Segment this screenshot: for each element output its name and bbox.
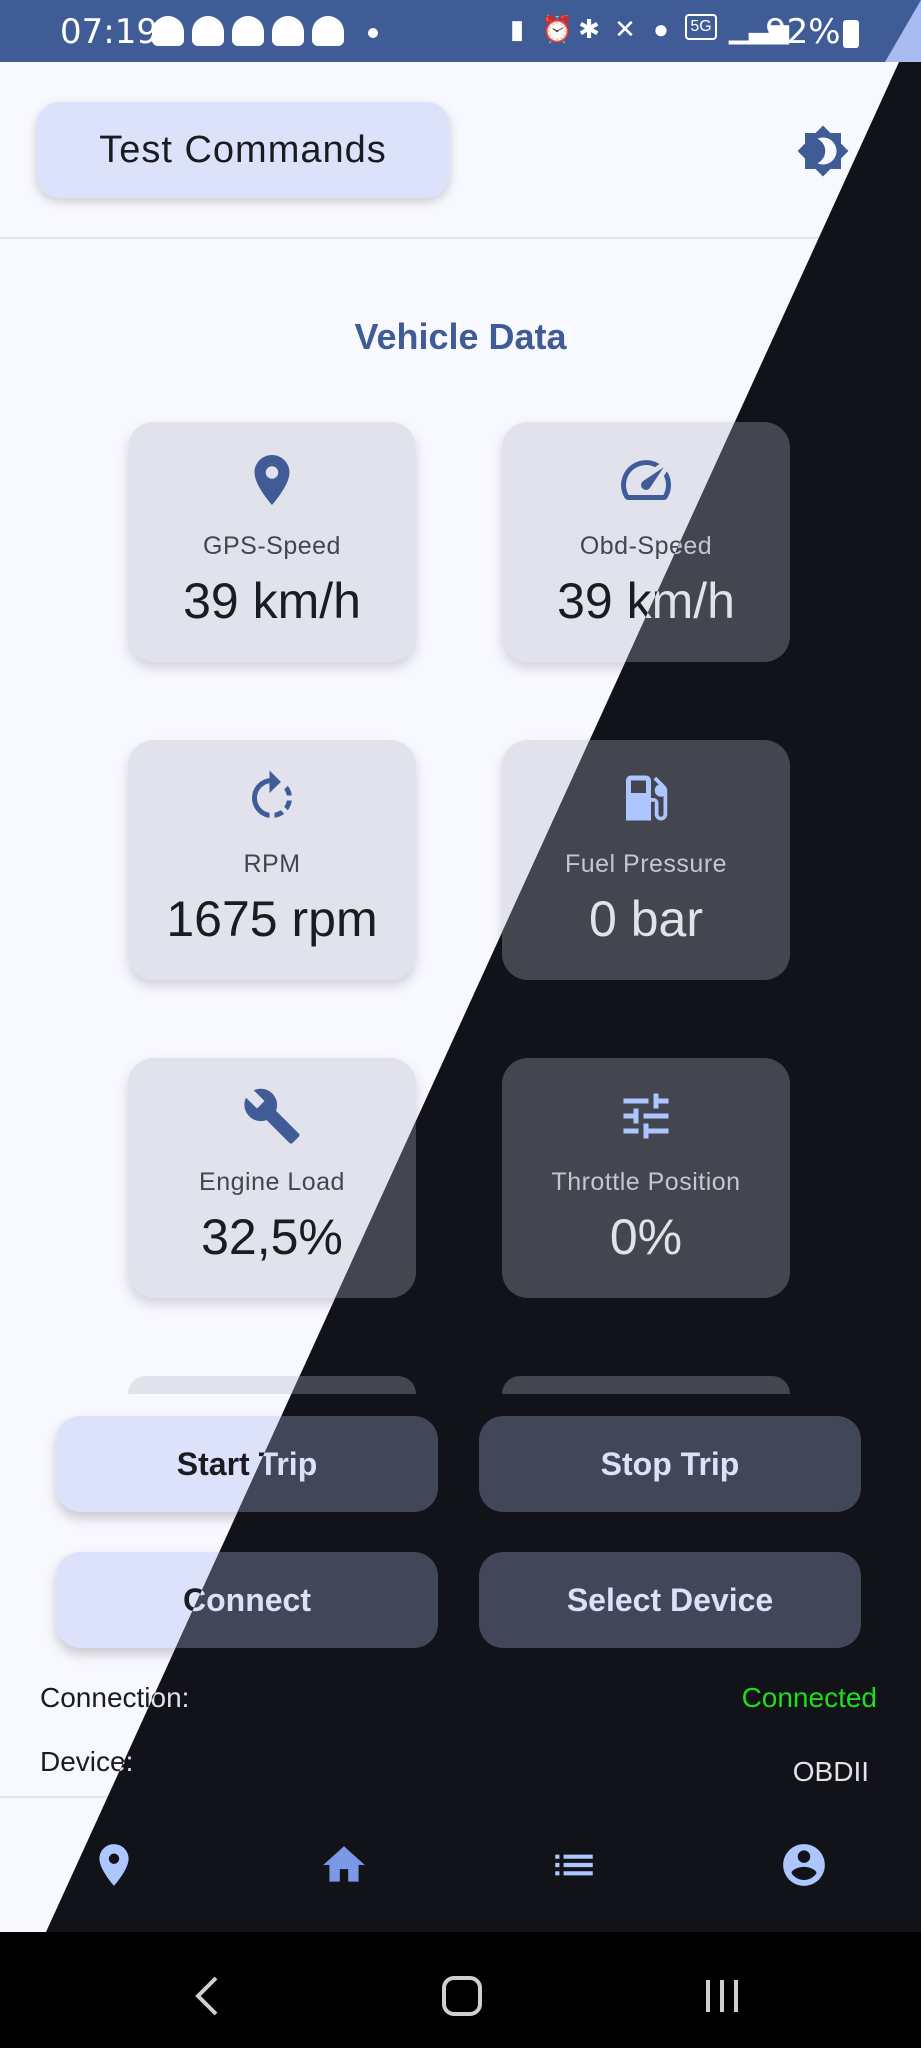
battery-percent: 92% [765,12,841,52]
test-commands-button[interactable]: Test Commands [36,102,450,198]
snapchat-icon [232,16,264,46]
location-pin-icon [254,455,290,505]
clock: 07:19 [60,12,158,52]
fuel-pump-icon [626,775,668,821]
card-value: 0% [609,1209,683,1265]
connection-status: Connected [741,1682,877,1713]
status-bar-corner [885,0,921,62]
notification-icons [152,16,344,46]
location-icon[interactable] [89,1840,139,1890]
speedometer-icon [621,460,671,501]
home-button-icon[interactable] [440,1974,484,2018]
card-value: 0 bar [589,891,703,947]
bluetooth-icon: ✱ [578,14,600,44]
location-icon: ● [653,14,669,44]
stop-trip-button[interactable]: Stop Trip [479,1416,861,1512]
brightness-contrast-icon[interactable] [796,124,850,178]
mute-icon: ✕ [614,14,636,44]
snapchat-icon [152,16,184,46]
rpm-card: RPM 1675 rpm [128,740,416,980]
card-label: Throttle Position [551,1168,741,1196]
throttle-position-card: Throttle Position 0% [502,1058,790,1298]
card-value: 1675 rpm [166,891,378,947]
card-value: 39 km/h [183,573,361,629]
system-navigation-bar [0,1932,921,2048]
list-icon[interactable] [549,1840,599,1890]
card-label: Fuel Pressure [564,850,728,878]
card-label: GPS-Speed [203,532,341,560]
partial-card [502,1376,790,1394]
device-name: OBDII [792,1756,869,1787]
snapchat-icon [312,16,344,46]
status-bar: 07:19 ▮ ⏰ ✱ ✕ ● 5G ▁▃▅ 92% [0,0,921,62]
signal-icon: ▁▃▅ [729,14,789,44]
recent-apps-icon[interactable] [700,1974,744,2018]
card-label: Engine Load [199,1168,345,1196]
alarm-icon: ⏰ [541,14,574,44]
account-icon[interactable] [779,1840,829,1890]
battery-saver-icon: ▮ [509,14,525,44]
more-notifications-icon [368,28,378,38]
home-icon[interactable] [319,1840,369,1890]
network-icon: 5G [685,14,717,40]
snapchat-icon [192,16,224,46]
system-icons: ▮ ⏰ ✱ ✕ ● 5G ▁▃▅ [505,14,789,46]
battery-icon [843,20,859,48]
gps-speed-card: GPS-Speed 39 km/h [128,422,416,662]
snapchat-icon [272,16,304,46]
app-screen: Test Commands Vehicle Data GPS-Speed 39 … [0,0,921,2048]
rotate-icon [252,770,292,818]
wrench-icon [244,1088,300,1144]
sliders-icon [623,1093,669,1139]
select-device-button[interactable]: Select Device [479,1552,861,1648]
card-label: RPM [243,850,301,878]
back-icon[interactable] [190,1974,226,2018]
